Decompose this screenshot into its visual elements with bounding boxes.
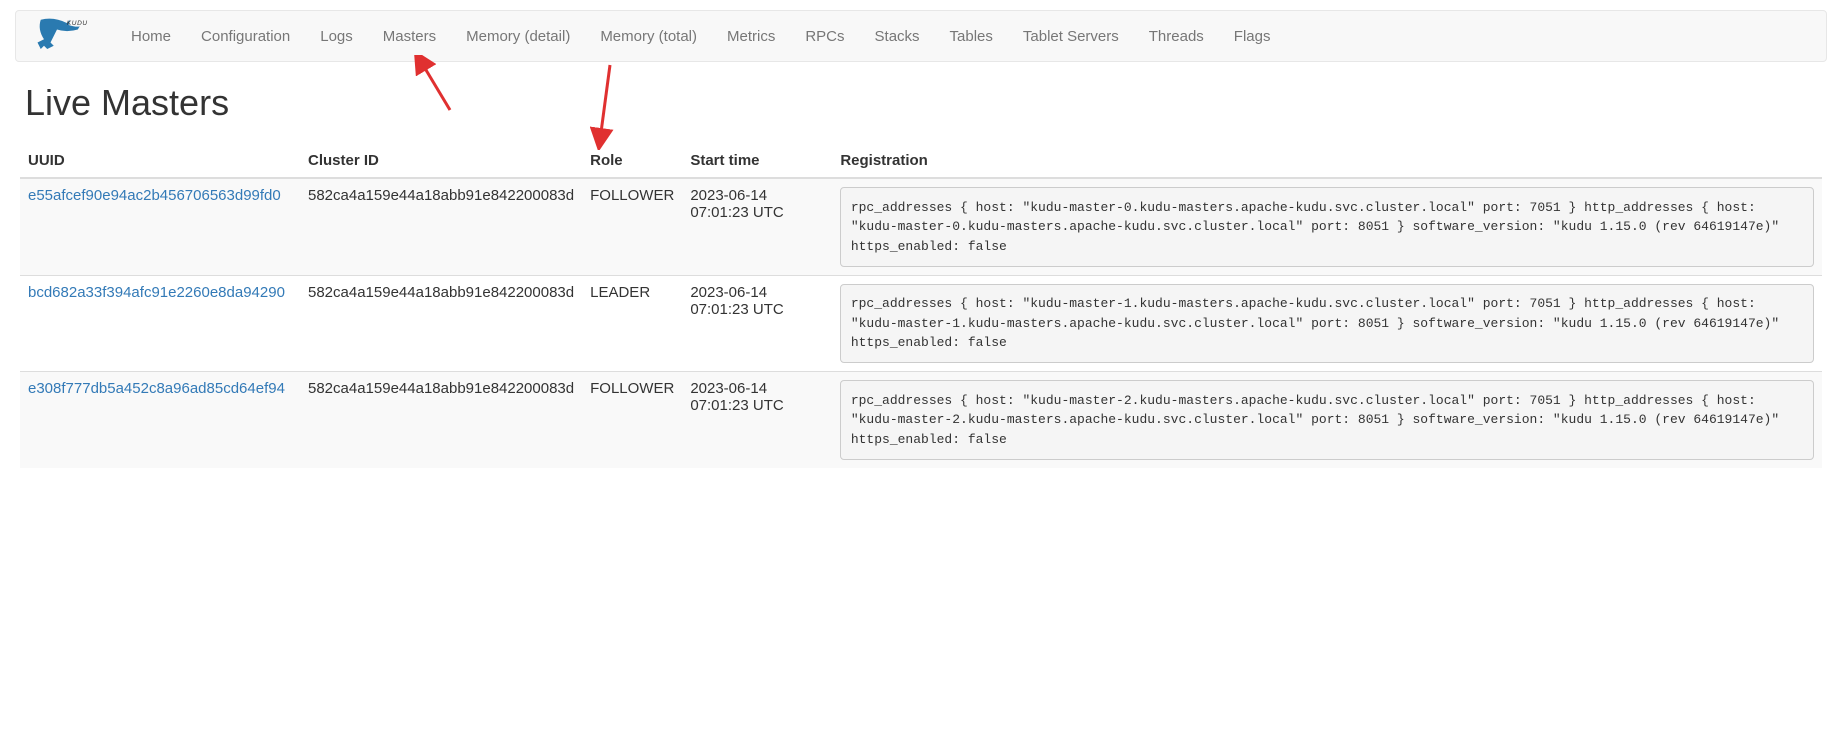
nav-memory-total[interactable]: Memory (total) <box>585 13 712 60</box>
registration-pre[interactable]: rpc_addresses { host: "kudu-master-1.kud… <box>840 284 1814 364</box>
cluster-id-cell: 582ca4a159e44a18abb91e842200083d <box>300 275 582 372</box>
nav-threads[interactable]: Threads <box>1134 13 1219 60</box>
uuid-link[interactable]: e308f777db5a452c8a96ad85cd64ef94 <box>28 380 285 397</box>
navbar: KUDU Home Configuration Logs Masters Mem… <box>15 10 1827 62</box>
nav-memory-detail[interactable]: Memory (detail) <box>451 13 585 60</box>
nav-configuration[interactable]: Configuration <box>186 13 305 60</box>
col-header-cluster-id: Cluster ID <box>300 144 582 178</box>
masters-table: UUID Cluster ID Role Start time Registra… <box>20 144 1822 468</box>
start-time-cell: 2023-06-14 07:01:23 UTC <box>682 275 832 372</box>
start-time-cell: 2023-06-14 07:01:23 UTC <box>682 372 832 468</box>
nav-logs[interactable]: Logs <box>305 13 368 60</box>
cluster-id-cell: 582ca4a159e44a18abb91e842200083d <box>300 372 582 468</box>
nav-list: Home Configuration Logs Masters Memory (… <box>116 13 1285 60</box>
col-header-registration: Registration <box>832 144 1822 178</box>
nav-tables[interactable]: Tables <box>935 13 1008 60</box>
kudu-logo-icon: KUDU <box>31 12 96 60</box>
table-row: e308f777db5a452c8a96ad85cd64ef94 582ca4a… <box>20 372 1822 468</box>
table-row: bcd682a33f394afc91e2260e8da94290 582ca4a… <box>20 275 1822 372</box>
uuid-link[interactable]: e55afcef90e94ac2b456706563d99fd0 <box>28 187 281 204</box>
col-header-role: Role <box>582 144 682 178</box>
nav-masters[interactable]: Masters <box>368 13 451 60</box>
nav-home[interactable]: Home <box>116 13 186 60</box>
registration-pre[interactable]: rpc_addresses { host: "kudu-master-2.kud… <box>840 380 1814 460</box>
nav-stacks[interactable]: Stacks <box>860 13 935 60</box>
nav-flags[interactable]: Flags <box>1219 13 1286 60</box>
start-time-cell: 2023-06-14 07:01:23 UTC <box>682 178 832 275</box>
nav-rpcs[interactable]: RPCs <box>790 13 859 60</box>
nav-tablet-servers[interactable]: Tablet Servers <box>1008 13 1134 60</box>
uuid-link[interactable]: bcd682a33f394afc91e2260e8da94290 <box>28 284 285 301</box>
svg-text:KUDU: KUDU <box>67 20 88 27</box>
cluster-id-cell: 582ca4a159e44a18abb91e842200083d <box>300 178 582 275</box>
role-cell: LEADER <box>582 275 682 372</box>
brand-logo[interactable]: KUDU <box>31 12 96 60</box>
table-row: e55afcef90e94ac2b456706563d99fd0 582ca4a… <box>20 178 1822 275</box>
nav-metrics[interactable]: Metrics <box>712 13 790 60</box>
col-header-uuid: UUID <box>20 144 300 178</box>
role-cell: FOLLOWER <box>582 178 682 275</box>
role-cell: FOLLOWER <box>582 372 682 468</box>
page-title: Live Masters <box>25 82 1822 124</box>
col-header-start-time: Start time <box>682 144 832 178</box>
registration-pre[interactable]: rpc_addresses { host: "kudu-master-0.kud… <box>840 187 1814 267</box>
